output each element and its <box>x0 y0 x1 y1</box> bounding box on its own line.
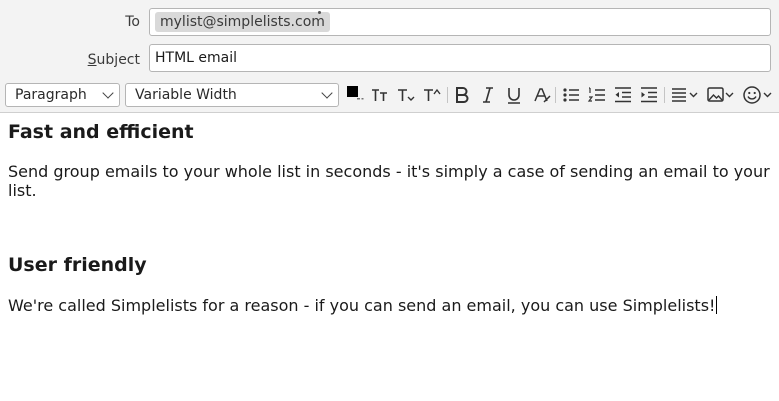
bold-button[interactable] <box>451 84 473 106</box>
italic-button[interactable] <box>477 84 499 106</box>
subject-label-accesskey: S <box>87 52 97 68</box>
smaller-text-icon <box>372 89 387 101</box>
to-field[interactable]: mylist@simplelists.com <box>149 8 771 36</box>
indent-icon <box>641 87 657 103</box>
underline-button[interactable] <box>503 84 525 106</box>
subject-input[interactable]: HTML email <box>155 45 237 71</box>
paragraph-1-line-1: Send group emails to your whole list in … <box>8 162 770 181</box>
paragraph-format-select[interactable]: Paragraph <box>5 83 120 107</box>
text-color-button[interactable] <box>343 84 365 106</box>
bulleted-list-icon <box>563 88 579 102</box>
toolbar-separator <box>555 87 556 103</box>
numbered-list-icon <box>587 87 605 102</box>
toolbar-separator <box>447 87 448 103</box>
message-body-editor[interactable]: Fast and efficient Send group emails to … <box>0 113 779 401</box>
insert-image-icon <box>707 87 734 102</box>
larger-text-icon <box>398 89 415 101</box>
heading-fast-efficient: Fast and efficient <box>8 121 194 143</box>
superscript-font-button[interactable] <box>421 84 443 106</box>
emoji-button[interactable] <box>741 84 775 106</box>
larger-text-button[interactable] <box>395 84 417 106</box>
insert-image-button[interactable] <box>705 84 737 106</box>
font-family-select[interactable]: Variable Width <box>125 83 339 107</box>
subject-label-rest: ubject <box>96 52 140 68</box>
indent-button[interactable] <box>638 84 660 106</box>
paragraph-1: Send group emails to your whole list in … <box>8 162 776 200</box>
emoji-icon <box>743 86 772 104</box>
underline-icon <box>508 88 520 104</box>
bold-icon <box>456 87 469 103</box>
remove-formatting-icon <box>534 88 551 103</box>
text-caret <box>716 296 718 314</box>
recipient-pill[interactable]: mylist@simplelists.com <box>155 12 330 32</box>
chevron-down-icon <box>321 87 333 99</box>
paragraph-1-line-2: list. <box>8 181 37 200</box>
subject-field[interactable]: HTML email <box>149 44 771 72</box>
recipient-status-dot <box>318 11 321 14</box>
superscript-font-icon <box>424 88 441 101</box>
toolbar-separator <box>664 87 665 103</box>
chevron-down-icon <box>102 87 114 99</box>
outdent-button[interactable] <box>612 84 634 106</box>
bulleted-list-button[interactable] <box>560 84 582 106</box>
paragraph-format-value: Paragraph <box>15 87 87 103</box>
font-family-value: Variable Width <box>135 87 237 103</box>
italic-icon <box>483 87 493 103</box>
numbered-list-button[interactable] <box>586 84 608 106</box>
subject-label: Subject <box>0 52 140 68</box>
align-button[interactable] <box>669 84 701 106</box>
remove-formatting-button[interactable] <box>531 84 553 106</box>
text-color-icon <box>347 86 364 100</box>
paragraph-2: We're called Simplelists for a reason - … <box>8 296 776 315</box>
outdent-icon <box>615 87 631 103</box>
smaller-text-button[interactable] <box>369 84 391 106</box>
to-label: To <box>125 14 140 30</box>
heading-user-friendly: User friendly <box>8 254 147 276</box>
paragraph-2-text: We're called Simplelists for a reason - … <box>8 296 716 315</box>
compose-header: To mylist@simplelists.com Subject HTML e… <box>0 0 779 113</box>
align-icon <box>672 88 698 102</box>
